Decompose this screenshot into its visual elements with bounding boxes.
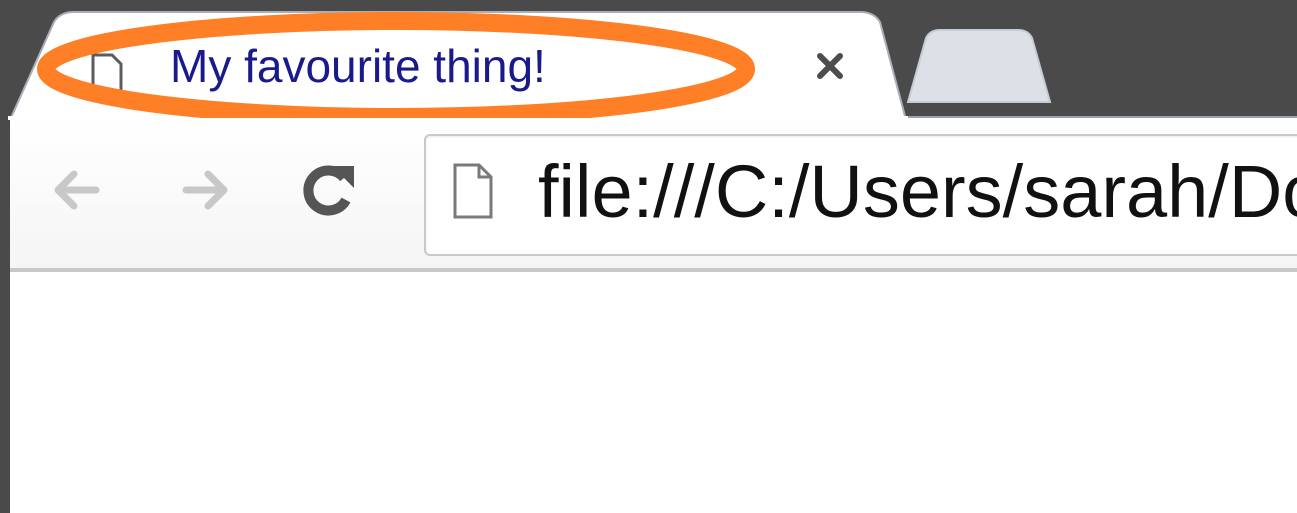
forward-button[interactable] <box>176 160 236 220</box>
reload-icon <box>303 165 354 216</box>
arrow-left-icon <box>54 170 100 210</box>
close-icon[interactable] <box>808 44 852 88</box>
url-text[interactable]: file:///C:/Users/sarah/Do <box>538 150 1297 234</box>
page-content <box>10 272 1297 513</box>
blank-page-icon <box>90 52 124 96</box>
page-icon <box>452 162 494 220</box>
browser-window: My favourite thing! file:///C:/Users/sar… <box>0 0 1297 513</box>
tab-title: My favourite thing! <box>170 40 546 92</box>
reload-button[interactable] <box>300 160 360 220</box>
arrow-right-icon <box>182 170 228 210</box>
back-button[interactable] <box>46 160 106 220</box>
new-tab-button[interactable] <box>890 26 1060 106</box>
